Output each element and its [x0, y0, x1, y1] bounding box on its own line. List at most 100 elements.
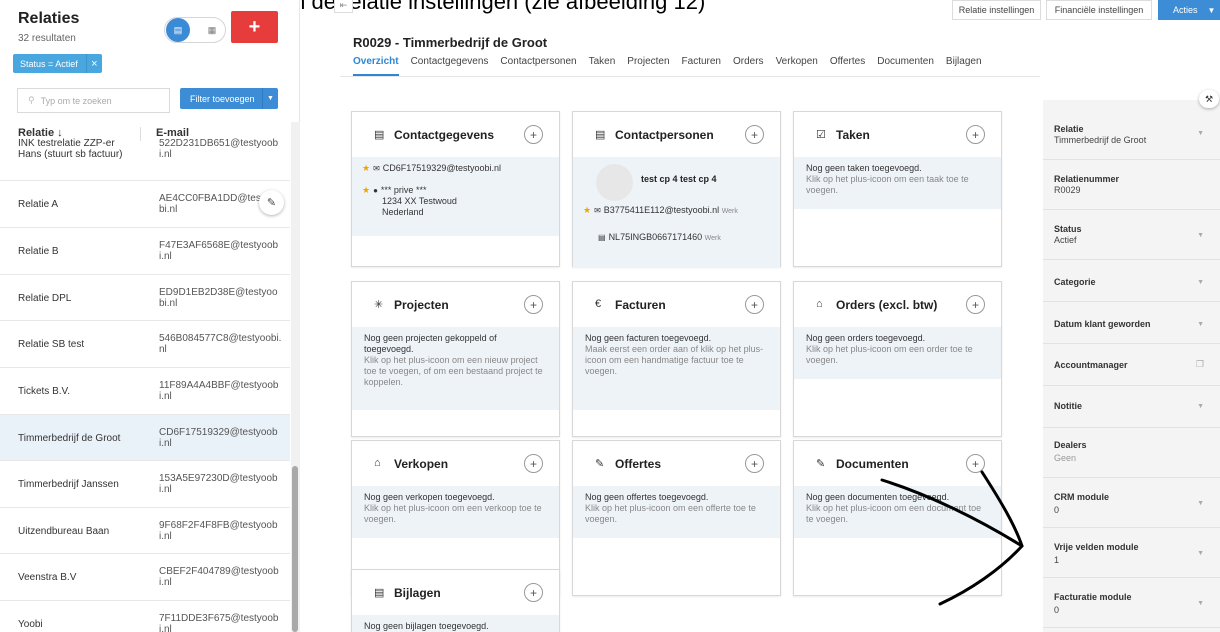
- table-row[interactable]: Veenstra B.V CBEF2F404789@testyoobi.nl: [0, 554, 290, 601]
- tab-documenten[interactable]: Documenten: [877, 56, 934, 76]
- chevron-down-icon: ▼: [1207, 5, 1216, 15]
- hint-text: Klik op het plus-icoon om een order toe …: [806, 344, 973, 365]
- field-label: Notitie: [1054, 401, 1082, 411]
- field-crm-module[interactable]: CRM module 0 ▼: [1043, 478, 1220, 528]
- tab-overzicht[interactable]: Overzicht: [353, 56, 399, 76]
- field-status[interactable]: Status Actief ▼: [1043, 210, 1220, 260]
- empty-text: Nog geen orders toegevoegd.: [806, 333, 926, 343]
- relatie-instellingen-button[interactable]: Relatie instellingen: [952, 0, 1041, 20]
- card-header: ✳ Projecten +: [352, 282, 559, 327]
- chevron-down-icon[interactable]: ▼: [1197, 550, 1204, 557]
- credit-card-icon: ▤: [598, 233, 606, 242]
- table-row[interactable]: INK testrelatie ZZP-er Hans (stuurt sb f…: [0, 136, 290, 181]
- offertes-card: ✎ Offertes + Nog geen offertes toegevoeg…: [572, 440, 781, 596]
- search-icon: ⚲: [28, 95, 35, 105]
- star-icon: ★: [583, 205, 592, 215]
- close-icon[interactable]: ×: [85, 54, 102, 73]
- taken-card: ☑ Taken + Nog geen taken toegevoegd. Kli…: [793, 111, 1002, 267]
- field-relatienummer[interactable]: Relatienummer R0029: [1043, 160, 1220, 210]
- field-facturatie-module[interactable]: Facturatie module 0 ▼: [1043, 578, 1220, 628]
- calendar-check-icon: ☑: [816, 129, 826, 141]
- contactperson-email-line[interactable]: ★ ✉ B3775411E112@testyoobi.nl Werk: [583, 205, 773, 217]
- add-project-button[interactable]: +: [524, 295, 543, 314]
- field-notitie[interactable]: Notitie ▼: [1043, 386, 1220, 428]
- table-row[interactable]: Relatie B F47E3AF6568E@testyoobi.nl: [0, 228, 290, 275]
- table-row[interactable]: Yoobi 7F11DDE3F675@testyoobi.nl: [0, 601, 290, 632]
- add-verkoop-button[interactable]: +: [524, 454, 543, 473]
- list-view-icon[interactable]: ▤: [166, 18, 190, 42]
- field-value: Timmerbedrijf de Groot: [1054, 135, 1147, 145]
- field-label: Vrije velden module: [1054, 542, 1139, 552]
- wrench-icon[interactable]: ⚒: [1199, 90, 1219, 108]
- chevron-down-icon[interactable]: ▼: [1197, 130, 1204, 137]
- table-row[interactable]: Relatie DPL ED9D1EB2D38E@testyoobi.nl: [0, 275, 290, 321]
- envelope-icon: ✉: [373, 164, 380, 173]
- card-header: ⌂ Verkopen +: [352, 441, 559, 486]
- add-bijlage-button[interactable]: +: [524, 583, 543, 602]
- add-relatie-button[interactable]: +: [231, 11, 278, 43]
- acties-button[interactable]: Acties ▼: [1158, 0, 1220, 20]
- contactperson-name[interactable]: test cp 4 test cp 4: [641, 174, 717, 185]
- field-datum-klant[interactable]: Datum klant geworden ▼: [1043, 302, 1220, 344]
- tab-orders[interactable]: Orders: [733, 56, 764, 76]
- add-filter-button[interactable]: Filter toevoegen ▼: [180, 88, 278, 109]
- tab-contactpersonen[interactable]: Contactpersonen: [500, 56, 576, 76]
- back-arrow-icon[interactable]: ⇤: [334, 0, 353, 13]
- table-row[interactable]: Timmerbedrijf Janssen 153A5E97230D@testy…: [0, 461, 290, 508]
- field-relatie[interactable]: Relatie Timmerbedrijf de Groot ▼: [1043, 110, 1220, 160]
- status-filter-chip[interactable]: Status = Actief ×: [13, 54, 102, 73]
- table-row[interactable]: Relatie SB test 546B084577C8@testyoobi.n…: [0, 321, 290, 368]
- address-line-2: 1234 XX Testwoud: [382, 196, 457, 206]
- field-categorie[interactable]: Categorie ▼: [1043, 260, 1220, 302]
- relaties-table: INK testrelatie ZZP-er Hans (stuurt sb f…: [0, 136, 290, 632]
- chevron-down-icon[interactable]: ▼: [1197, 279, 1204, 286]
- copy-icon[interactable]: ❐: [1196, 359, 1204, 370]
- table-row-selected[interactable]: Timmerbedrijf de Groot CD6F17519329@test…: [0, 415, 290, 461]
- tab-bijlagen[interactable]: Bijlagen: [946, 56, 982, 76]
- table-row[interactable]: Relatie A AE4CC0FBA1DD@testyoobi.nl ✎: [0, 181, 290, 228]
- view-toggle[interactable]: ▤ ▦: [164, 17, 226, 43]
- tab-verkopen[interactable]: Verkopen: [776, 56, 818, 76]
- tab-contactgegevens[interactable]: Contactgegevens: [411, 56, 489, 76]
- tab-projecten[interactable]: Projecten: [627, 56, 669, 76]
- page-title: R0029 - Timmerbedrijf de Groot: [353, 35, 548, 50]
- empty-text: Nog geen offertes toegevoegd.: [585, 492, 709, 502]
- row-name: Relatie B: [18, 246, 59, 257]
- card-header: ☑ Taken +: [794, 112, 1001, 157]
- field-accountmanager[interactable]: Accountmanager ❐: [1043, 344, 1220, 386]
- row-name: Tickets B.V.: [18, 386, 71, 397]
- chevron-down-icon[interactable]: ▼: [1197, 232, 1204, 239]
- card-body: Nog geen taken toegevoegd. Klik op het p…: [794, 157, 1001, 209]
- grid-view-icon[interactable]: ▦: [200, 18, 224, 42]
- scrollbar-thumb[interactable]: [292, 466, 298, 632]
- field-dealers[interactable]: Dealers Geen: [1043, 428, 1220, 478]
- list-scrollbar[interactable]: [291, 122, 300, 632]
- add-offerte-button[interactable]: +: [745, 454, 764, 473]
- chevron-down-icon[interactable]: ▼: [1197, 500, 1204, 507]
- edit-pencil-icon[interactable]: ✎: [259, 190, 284, 215]
- table-row[interactable]: Uitzendbureau Baan 9F68F2F4F8FB@testyoob…: [0, 508, 290, 554]
- contactperson-iban-line[interactable]: ▤ NL75INGB0667171460 Werk: [595, 232, 721, 244]
- table-row[interactable]: Tickets B.V. 11F89A4A4BBF@testyoobi.nl: [0, 368, 290, 415]
- empty-text: Nog geen projecten gekoppeld of toegevoe…: [364, 333, 497, 354]
- tab-facturen[interactable]: Facturen: [682, 56, 721, 76]
- row-name: Yoobi: [18, 619, 43, 630]
- chevron-down-icon[interactable]: ▼: [1197, 321, 1204, 328]
- financiele-instellingen-button[interactable]: Financiële instellingen: [1046, 0, 1152, 20]
- empty-text: Nog geen bijlagen toegevoegd.: [364, 621, 489, 631]
- add-factuur-button[interactable]: +: [745, 295, 764, 314]
- add-contactpersoon-button[interactable]: +: [745, 125, 764, 144]
- email-line[interactable]: ★ ✉ CD6F17519329@testyoobi.nl: [362, 163, 549, 174]
- add-taak-button[interactable]: +: [966, 125, 985, 144]
- chevron-down-icon[interactable]: ▼: [1197, 403, 1204, 410]
- add-order-button[interactable]: +: [966, 295, 985, 314]
- chevron-down-icon[interactable]: ▼: [262, 88, 278, 109]
- search-input[interactable]: ⚲ Typ om te zoeken: [17, 88, 170, 113]
- add-contactgegevens-button[interactable]: +: [524, 125, 543, 144]
- tab-offertes[interactable]: Offertes: [830, 56, 865, 76]
- field-label: Relatienummer: [1054, 174, 1120, 184]
- address-line[interactable]: ★ ● *** prive ***: [362, 185, 549, 196]
- tab-taken[interactable]: Taken: [589, 56, 616, 76]
- field-vrije-velden-module[interactable]: Vrije velden module 1 ▼: [1043, 528, 1220, 578]
- chevron-down-icon[interactable]: ▼: [1197, 600, 1204, 607]
